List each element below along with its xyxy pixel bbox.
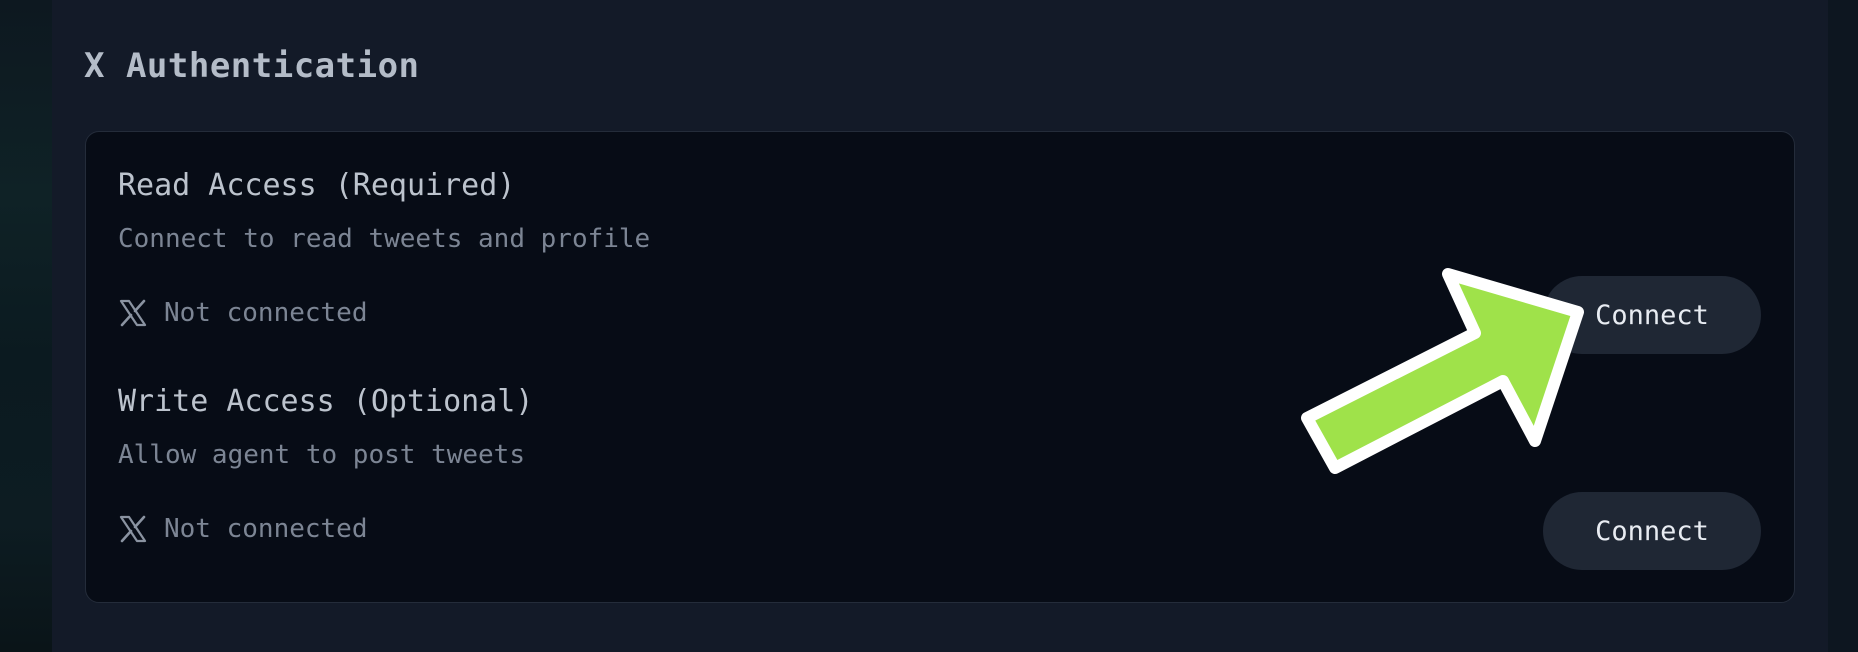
read-access-status-text: Not connected (164, 298, 368, 328)
write-access-status-text: Not connected (164, 514, 368, 544)
background-right-edge (1828, 0, 1858, 652)
read-access-description: Connect to read tweets and profile (118, 224, 651, 254)
x-logo-icon (118, 514, 148, 544)
read-access-title: Read Access (Required) (118, 168, 516, 203)
read-access-status: Not connected (118, 298, 368, 328)
read-access-connect-button[interactable]: Connect (1543, 276, 1761, 354)
background-left-edge (0, 0, 52, 652)
x-logo-icon (118, 298, 148, 328)
write-access-description: Allow agent to post tweets (118, 440, 525, 470)
write-access-status: Not connected (118, 514, 368, 544)
section-title: X Authentication (84, 46, 420, 86)
write-access-title: Write Access (Optional) (118, 384, 534, 419)
write-access-connect-button[interactable]: Connect (1543, 492, 1761, 570)
